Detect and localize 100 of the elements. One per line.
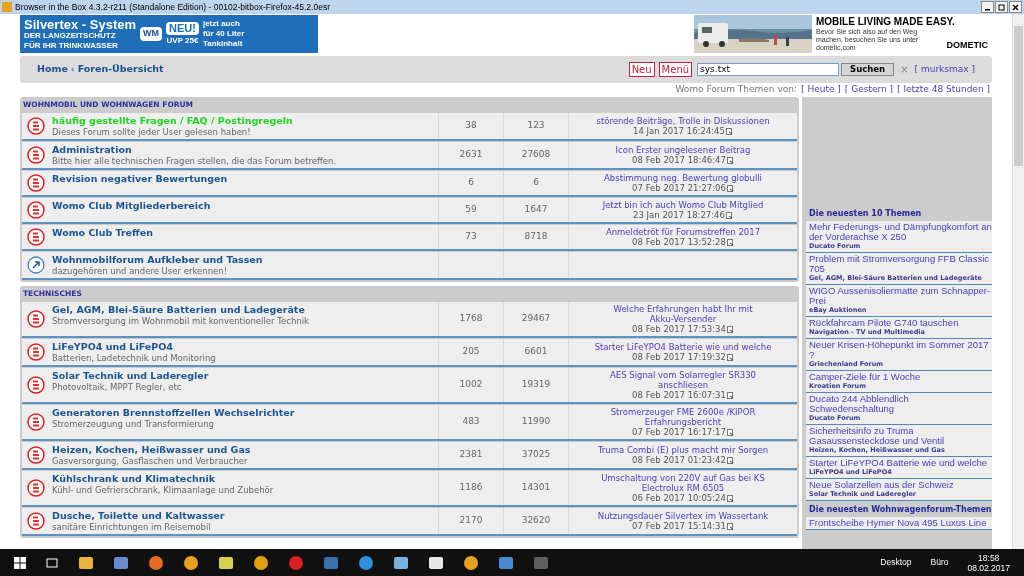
- last-post-link[interactable]: Anmeldetröt für Forumstreffen 2017: [605, 227, 761, 237]
- topic-link[interactable]: Problem mit Stromversorgung FFB Classic 705: [809, 254, 992, 274]
- last-post-link[interactable]: Erfahrungsbericht: [644, 417, 722, 427]
- sidebar-heading: Die neuesten 10 Themen: [808, 208, 923, 220]
- post-count: 123: [527, 119, 545, 133]
- last-post-link[interactable]: störende Beiträge, Trolle in Diskussionen: [596, 116, 770, 126]
- last-post-link[interactable]: Truma Combi (E) plus macht mir Sorgen: [597, 445, 769, 455]
- topic-link[interactable]: Ducato 244 Abblendlich Schwedenschaltung: [809, 394, 992, 414]
- forum-title[interactable]: Revision negativer Bewertungen: [52, 173, 436, 185]
- jump-to-post-icon[interactable]: [726, 494, 734, 502]
- jump-to-post-icon[interactable]: [726, 238, 734, 246]
- search-button[interactable]: Suchen: [841, 63, 895, 76]
- topic-count: 6: [468, 176, 474, 190]
- app-icon[interactable]: [428, 554, 444, 571]
- menu-button[interactable]: Neu: [628, 62, 655, 77]
- jump-to-post-icon[interactable]: [725, 211, 733, 219]
- last-post-date: 08 Feb 2017 17:53:34: [632, 324, 726, 334]
- scrollbar[interactable]: [1012, 14, 1024, 549]
- windows-icon[interactable]: [14, 556, 26, 569]
- topic-link[interactable]: Camper-Ziele für 1 Woche: [809, 372, 992, 382]
- topic-link[interactable]: Starter LiFeYPO4 Batterie wie und welche: [809, 458, 992, 468]
- home-link[interactable]: Home: [37, 62, 68, 77]
- forum-description: Gasversorgung, Gasflaschen und Verbraucher: [52, 456, 249, 466]
- brand-logo: WM: [140, 27, 162, 41]
- last-post-link[interactable]: Abstimmung neg. Bewertung globulli: [604, 173, 762, 183]
- breadcrumb-link[interactable]: Foren-Übersicht: [77, 62, 164, 77]
- app-icon[interactable]: [463, 554, 479, 571]
- last-post-link[interactable]: AES Signal vom Solarregler SR330: [609, 370, 757, 380]
- last-post-date: 07 Feb 2017 21:27:06: [632, 183, 726, 193]
- jump-to-post-icon[interactable]: [726, 456, 734, 464]
- forum-title[interactable]: Wohnmobilforum Aufkleber und Tassen: [52, 254, 436, 266]
- last-post-date: 08 Feb 2017 16:07:31: [632, 390, 726, 400]
- minimize-button[interactable]: [981, 1, 994, 13]
- app-icon[interactable]: [148, 554, 164, 571]
- forum-icon: [27, 446, 45, 464]
- banner-text: FÜR IHR TRINKWASSER: [24, 40, 119, 51]
- last-post-date: 06 Feb 2017 10:05:24: [632, 493, 726, 503]
- forum-title[interactable]: Womo Club Treffen: [52, 227, 436, 239]
- time-filter-link[interactable]: [ Heute ]: [801, 83, 841, 97]
- menu-button[interactable]: Menü: [658, 62, 693, 77]
- app-icon[interactable]: [183, 554, 199, 571]
- jump-to-post-icon[interactable]: [726, 353, 734, 361]
- app-icon[interactable]: [218, 554, 234, 571]
- topic-count: 483: [462, 415, 480, 429]
- forum-title[interactable]: Heizen, Kochen, Heißwasser und Gas: [52, 444, 436, 456]
- jump-to-post-icon[interactable]: [726, 156, 734, 164]
- forum-description: Dieses Forum sollte jeder User gelesen haben!: [52, 127, 252, 137]
- close-button[interactable]: [1009, 1, 1022, 13]
- last-post-link[interactable]: Starter LiFeYPO4 Batterie wie und welche: [594, 342, 772, 352]
- forum-title[interactable]: Generatoren Brennstoffzellen Wechselrichter: [52, 407, 436, 419]
- search-field[interactable]: sys.txt: [697, 63, 840, 76]
- topic-link[interactable]: WIGO Aussenisoliermatte zum Schnapper-Prei: [809, 286, 992, 306]
- jump-to-post-icon[interactable]: [726, 184, 734, 192]
- topic-link[interactable]: Neuer Krisen-Höhepunkt im Sommer 2017 ?: [809, 340, 992, 360]
- last-post-link[interactable]: anschliesen: [657, 380, 709, 390]
- jump-to-post-icon[interactable]: [726, 428, 734, 436]
- forum-icon: [27, 146, 45, 164]
- topic-link[interactable]: Sicherheitsinfo zu Truma Gasaussensteckdose und Ventil: [809, 426, 992, 446]
- topic-link[interactable]: Neue Solarzellen aus der Schweiz: [809, 480, 992, 490]
- toolbar-label[interactable]: Büro: [930, 556, 949, 569]
- forum-title[interactable]: Womo Club Mitgliederbereich: [52, 200, 436, 212]
- last-post-link[interactable]: Akku-Versender: [649, 314, 717, 324]
- jump-to-post-icon[interactable]: [725, 127, 733, 135]
- forum-title[interactable]: Administration: [52, 144, 436, 156]
- scrollbar-thumb[interactable]: [1014, 26, 1023, 166]
- forum-title[interactable]: LiFeYPO4 und LiFePO4: [52, 341, 436, 353]
- forum-description: Photovoltaik, MPPT Regler, etc: [52, 382, 183, 392]
- last-post-date: 14 Jan 2017 16:24:45: [633, 126, 725, 136]
- last-post-link[interactable]: Electrolux RM 6505: [641, 483, 725, 493]
- sidebar-heading: Die neuesten Wohnwagenforum-Themen: [808, 504, 992, 516]
- forum-title[interactable]: Gel, AGM, Blei-Säure Batterien und Ladegeräte: [52, 304, 436, 316]
- task-view-icon[interactable]: [45, 556, 59, 569]
- last-post-link[interactable]: Nutzungsdauer Silvertex im Wassertank: [597, 511, 769, 521]
- topic-link[interactable]: Mehr Federungs- und Dämpfungkomfort an der Vorderachse X 250: [809, 222, 992, 242]
- jump-to-post-icon[interactable]: [726, 391, 734, 399]
- forum-icon: [27, 512, 45, 530]
- last-post-link[interactable]: Stromerzeuger FME 2600e /KIPOR: [610, 407, 756, 417]
- last-post-link[interactable]: Welche Erfahrungen habt Ihr mit: [613, 304, 753, 314]
- time-filter-link[interactable]: [ letzte 48 Stunden ]: [897, 83, 990, 97]
- toolbar-label[interactable]: Desktop: [880, 556, 912, 569]
- app-icon[interactable]: [78, 554, 94, 571]
- last-post-link[interactable]: Umschaltung von 220V auf Gas bei KS: [601, 473, 765, 483]
- time-filter-link[interactable]: [ Gestern ]: [844, 83, 894, 97]
- forum-title[interactable]: Dusche, Toilette und Kaltwasser: [52, 510, 436, 522]
- last-post-link[interactable]: Jetzt bin ich auch Womo Club Mitglied: [602, 200, 764, 210]
- app-icon[interactable]: [393, 554, 409, 571]
- topic-link[interactable]: Rückfahrcam Pilote G740 tauschen: [809, 318, 992, 328]
- jump-to-post-icon[interactable]: [726, 325, 734, 333]
- app-icon[interactable]: [113, 554, 129, 571]
- forum-title[interactable]: Kühlschrank und Klimatechnik: [52, 473, 436, 485]
- post-count: 8718: [524, 230, 548, 244]
- maximize-button[interactable]: [995, 1, 1008, 13]
- app-icon[interactable]: [253, 554, 269, 571]
- forum-title[interactable]: Solar Technik und Laderegler: [52, 370, 436, 382]
- jump-to-post-icon[interactable]: [726, 522, 734, 530]
- forum-description: sanitäre Einrichtungen im Reisemobil: [52, 522, 212, 532]
- forum-icon: [27, 117, 45, 135]
- last-post-link[interactable]: Icon Erster ungelesener Beitrag: [615, 145, 751, 155]
- forum-icon: [27, 228, 45, 246]
- user-link[interactable]: [ murksmax ]: [914, 62, 975, 77]
